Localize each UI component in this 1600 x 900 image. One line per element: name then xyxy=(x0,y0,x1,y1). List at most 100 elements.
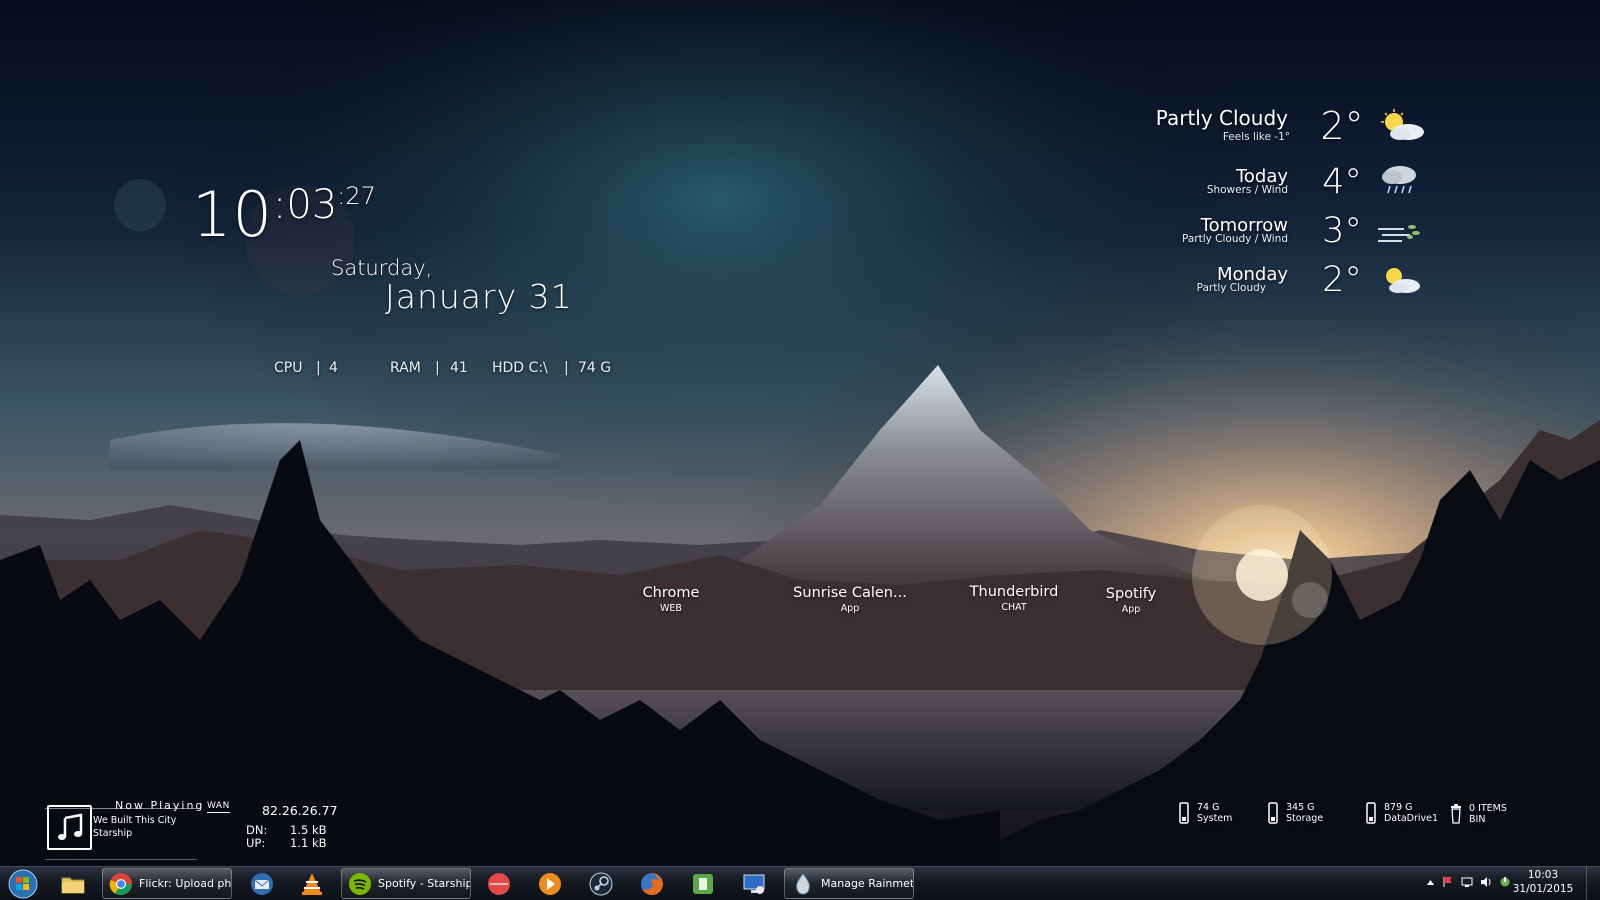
drive-size: 345 G xyxy=(1286,802,1315,813)
drive-size: 879 G xyxy=(1384,802,1413,813)
play-icon xyxy=(539,873,561,895)
taskbar-vlc[interactable] xyxy=(297,869,327,899)
ram-separator: | xyxy=(435,360,440,376)
volume-icon[interactable] xyxy=(1480,876,1492,888)
hdd-value: 74 G xyxy=(578,360,612,376)
taskbar-clock-date: 31/01/2015 xyxy=(1512,883,1574,895)
action-center-flag-icon[interactable] xyxy=(1442,876,1454,888)
drive-system[interactable]: 74 G System xyxy=(1178,802,1232,824)
now-playing-artwork[interactable] xyxy=(47,805,92,850)
vlc-icon xyxy=(302,873,322,895)
launcher-caption: CHAT xyxy=(1001,602,1027,613)
taskbar-window-title: Spotify - Starship ... xyxy=(378,877,471,890)
trash-icon xyxy=(1451,804,1461,824)
taskbar-remote-desktop[interactable] xyxy=(739,869,769,899)
folder-icon xyxy=(61,877,85,894)
launcher-thunderbird[interactable]: Thunderbird CHAT xyxy=(949,584,1079,613)
windows-orb-icon xyxy=(8,869,38,899)
drive-name: Storage xyxy=(1286,813,1324,824)
music-note-icon xyxy=(57,812,82,840)
spotify-icon xyxy=(349,872,371,895)
upload-value: 1.1 kB xyxy=(290,836,327,850)
hdd-label: HDD C:\ xyxy=(492,360,548,376)
taskbar-plex[interactable] xyxy=(535,869,565,899)
taskbar-window-title: Manage Rainmeter xyxy=(821,877,914,890)
taskbar-thunderbird[interactable] xyxy=(247,869,277,899)
wind-icon xyxy=(1378,225,1420,242)
showers-icon xyxy=(1382,166,1416,194)
recycle-bin[interactable]: 0 ITEMS BIN xyxy=(1450,803,1507,825)
clock-minutes: :03 xyxy=(272,182,338,228)
hdd-separator: | xyxy=(564,360,569,376)
launcher-sunrise-calendar[interactable]: Sunrise Calen... App xyxy=(785,585,915,614)
cpu-value: 4 xyxy=(329,360,338,376)
launcher-name: Spotify xyxy=(1105,586,1157,602)
taskbar-clock[interactable]: 10:03 31/01/2015 xyxy=(1508,868,1578,896)
weather-day-temp: 4° xyxy=(1322,162,1362,202)
firefox-icon xyxy=(641,873,663,895)
thunderbird-icon xyxy=(251,873,273,895)
drive-storage[interactable]: 345 G Storage xyxy=(1267,802,1323,824)
launcher-name: Thunderbird xyxy=(969,584,1059,600)
clock-seconds: :27 xyxy=(337,182,376,210)
record-icon xyxy=(488,873,510,895)
taskbar-steam[interactable] xyxy=(586,869,616,899)
download-label: DN: xyxy=(246,823,268,837)
weather-day-temp: 3° xyxy=(1322,211,1362,251)
taskbar-firefox[interactable] xyxy=(637,869,667,899)
taskbar-app-red[interactable] xyxy=(484,869,514,899)
launcher-name: Sunrise Calen... xyxy=(793,585,907,601)
taskbar-evernote[interactable] xyxy=(688,869,718,899)
start-button[interactable] xyxy=(4,867,42,900)
chrome-icon xyxy=(109,872,132,895)
drive-size: 74 G xyxy=(1197,802,1220,813)
partly-cloudy-icon xyxy=(1381,109,1424,140)
cpu-separator: | xyxy=(316,360,321,376)
launcher-caption: WEB xyxy=(660,603,682,614)
drive-name: System xyxy=(1197,813,1233,824)
weather-day-condition: Showers / Wind xyxy=(1206,184,1288,196)
bin-label: BIN xyxy=(1469,814,1486,825)
launcher-caption: App xyxy=(840,603,860,614)
partly-cloudy-icon xyxy=(1386,268,1420,293)
system-tray xyxy=(1426,876,1511,888)
ip-address: 82.26.26.77 xyxy=(262,803,338,818)
show-hidden-icons-icon[interactable] xyxy=(1426,878,1435,887)
drive-icon xyxy=(1366,802,1376,824)
clock-hours: 10 xyxy=(192,178,273,251)
date-full: January 31 xyxy=(385,277,573,316)
taskbar-chrome-window[interactable]: Flickr: Upload ph... xyxy=(102,868,232,899)
weather-day-condition: Partly Cloudy xyxy=(1196,282,1266,294)
clock-widget: 10:03:27 xyxy=(192,178,376,251)
taskbar-clock-time: 10:03 xyxy=(1527,869,1559,881)
now-playing-bottom-divider xyxy=(45,859,197,860)
download-value: 1.5 kB xyxy=(290,823,327,837)
show-desktop-button[interactable] xyxy=(1586,867,1600,900)
weather-current-feels-like: Feels like -1° xyxy=(1222,131,1290,143)
launcher-caption: App xyxy=(1121,604,1141,615)
taskbar-rainmeter-window[interactable]: Manage Rainmeter xyxy=(784,868,914,899)
drive-name: DataDrive1 xyxy=(1384,813,1439,824)
weather-current-condition: Partly Cloudy xyxy=(1155,106,1288,130)
steam-icon xyxy=(589,872,613,896)
evernote-icon xyxy=(693,874,713,894)
drive-icon xyxy=(1179,802,1189,824)
weather-day-condition: Partly Cloudy / Wind xyxy=(1181,233,1288,245)
network-icon[interactable] xyxy=(1461,876,1473,888)
launcher-spotify[interactable]: Spotify App xyxy=(1066,586,1196,615)
now-playing-song: We Built This City xyxy=(93,815,177,826)
taskbar-window-title: Flickr: Upload ph... xyxy=(139,877,232,890)
cpu-label: CPU xyxy=(274,360,303,376)
drive-icon xyxy=(1268,802,1278,824)
weather-day-temp: 2° xyxy=(1322,260,1362,300)
launcher-name: Chrome xyxy=(642,585,700,601)
taskbar-spotify-window[interactable]: Spotify - Starship ... xyxy=(341,868,471,899)
taskbar-explorer[interactable] xyxy=(58,869,88,899)
ram-value: 41 xyxy=(450,360,468,376)
launcher-chrome[interactable]: Chrome WEB xyxy=(606,585,736,614)
bin-count: 0 ITEMS xyxy=(1469,803,1507,814)
drive-datadrive1[interactable]: 879 G DataDrive1 xyxy=(1365,802,1438,824)
upload-label: UP: xyxy=(246,836,266,850)
now-playing-title: Now Playing xyxy=(115,799,205,812)
rainmeter-drop-icon xyxy=(796,872,810,894)
